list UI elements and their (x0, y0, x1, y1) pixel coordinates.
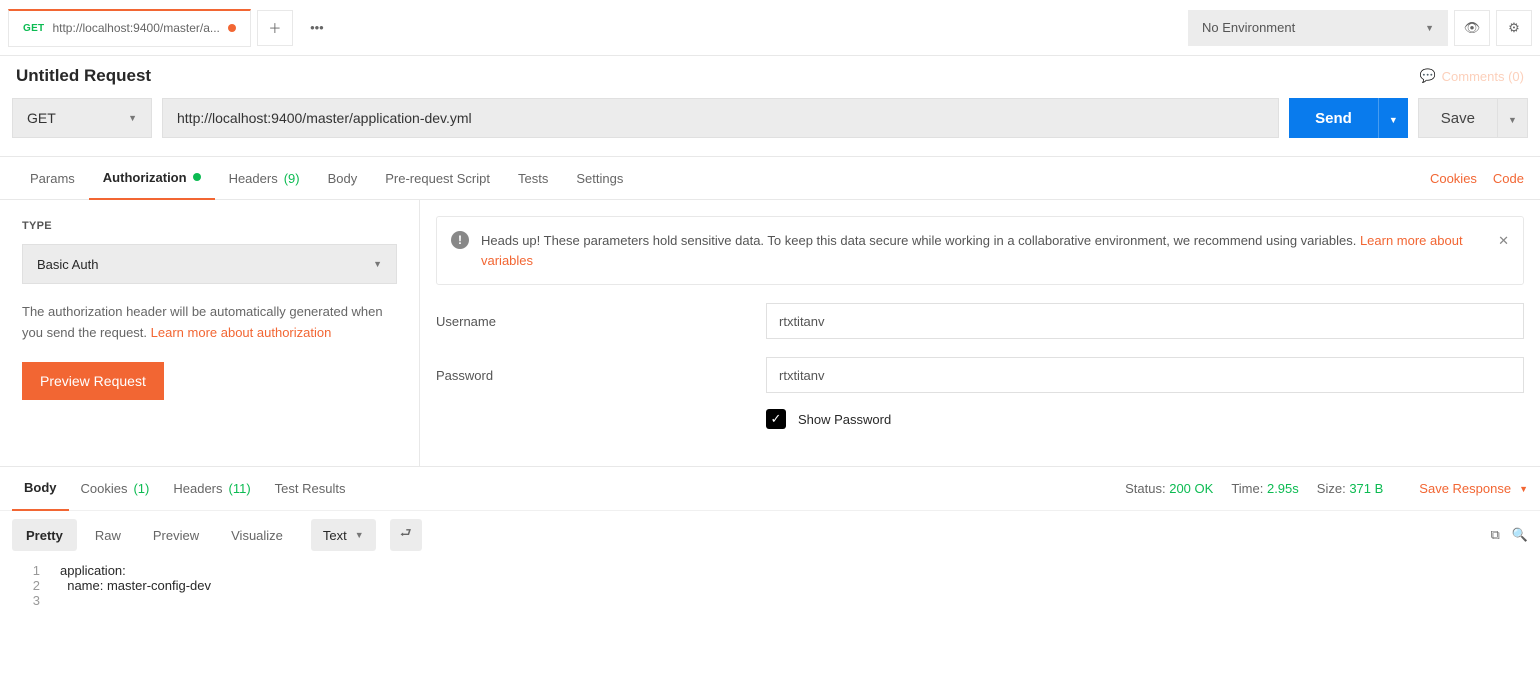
method-selector[interactable]: GET ▼ (12, 98, 152, 138)
save-dropdown-button[interactable]: ▼ (1498, 98, 1528, 138)
chevron-down-icon: ▼ (1508, 115, 1517, 125)
plus-icon: ＋ (268, 18, 281, 37)
comments-button[interactable]: 💬 Comments (0) (1419, 68, 1524, 84)
tab-params[interactable]: Params (16, 156, 89, 200)
gear-icon: ⚙ (1508, 20, 1520, 36)
tab-auth-label: Authorization (103, 170, 187, 185)
response-tab-cookies[interactable]: Cookies (1) (69, 467, 162, 511)
comment-icon: 💬 (1419, 68, 1435, 84)
chevron-down-icon: ▼ (1389, 115, 1398, 125)
check-icon: ✓ (771, 411, 782, 427)
active-indicator-icon (193, 173, 201, 181)
code-line: application: (60, 563, 126, 578)
sensitive-data-alert: ! Heads up! These parameters hold sensit… (436, 216, 1524, 285)
auth-type-selector[interactable]: Basic Auth ▼ (22, 244, 397, 284)
save-response-label: Save Response (1419, 481, 1511, 496)
username-label: Username (436, 314, 766, 329)
tab-settings[interactable]: Settings (562, 156, 637, 200)
environment-label: No Environment (1202, 20, 1295, 35)
response-tab-headers[interactable]: Headers (11) (161, 467, 262, 511)
send-button[interactable]: Send (1289, 98, 1378, 138)
close-alert-button[interactable]: ✕ (1498, 231, 1509, 251)
resp-headers-count: (11) (229, 481, 251, 496)
response-tab-body[interactable]: Body (12, 467, 69, 511)
view-pretty-button[interactable]: Pretty (12, 519, 77, 551)
alert-text: Heads up! These parameters hold sensitiv… (481, 233, 1360, 248)
method-label: GET (27, 110, 56, 126)
search-icon: 🔍 (1512, 527, 1528, 542)
request-tab[interactable]: GET http://localhost:9400/master/a... (8, 9, 251, 47)
response-tab-test-results[interactable]: Test Results (263, 467, 358, 511)
tab-prerequest[interactable]: Pre-request Script (371, 156, 504, 200)
tab-method-label: GET (23, 23, 44, 34)
resp-cookies-count: (1) (133, 481, 149, 496)
time-value: 2.95s (1267, 481, 1299, 496)
line-number: 1 (0, 563, 60, 578)
tab-authorization[interactable]: Authorization (89, 156, 215, 200)
auth-type-heading: TYPE (22, 220, 397, 232)
tab-overflow-button[interactable]: ••• (299, 10, 335, 46)
chevron-down-icon: ▼ (1519, 484, 1528, 494)
size-label: Size: (1317, 481, 1346, 496)
time-label: Time: (1231, 481, 1263, 496)
chevron-down-icon: ▼ (1425, 23, 1434, 33)
search-response-button[interactable]: 🔍 (1512, 527, 1528, 543)
username-input[interactable] (766, 303, 1524, 339)
password-label: Password (436, 368, 766, 383)
tab-body[interactable]: Body (314, 156, 372, 200)
copy-icon: ⧉ (1491, 527, 1500, 542)
headers-count: (9) (284, 171, 300, 186)
line-number: 2 (0, 578, 60, 593)
settings-button[interactable]: ⚙ (1496, 10, 1532, 46)
dirty-indicator-icon (228, 24, 236, 32)
ellipsis-icon: ••• (310, 20, 324, 35)
environment-selector[interactable]: No Environment ▼ (1188, 10, 1448, 46)
status-value: 200 OK (1169, 481, 1213, 496)
close-icon: ✕ (1498, 233, 1509, 248)
url-input[interactable] (162, 98, 1279, 138)
tab-headers[interactable]: Headers (9) (215, 156, 314, 200)
send-dropdown-button[interactable]: ▼ (1378, 98, 1408, 138)
request-title[interactable]: Untitled Request (16, 66, 151, 86)
show-password-checkbox[interactable]: ✓ (766, 409, 786, 429)
view-preview-button[interactable]: Preview (139, 519, 213, 551)
new-tab-button[interactable]: ＋ (257, 10, 293, 46)
resp-headers-label: Headers (173, 481, 222, 496)
code-line: name: master-config-dev (60, 578, 211, 593)
preview-request-button[interactable]: Preview Request (22, 362, 164, 400)
resp-cookies-label: Cookies (81, 481, 128, 496)
info-icon: ! (451, 231, 469, 249)
learn-more-auth-link[interactable]: Learn more about authorization (151, 325, 332, 340)
code-link[interactable]: Code (1493, 171, 1524, 186)
auth-type-value: Basic Auth (37, 257, 98, 272)
tab-tests[interactable]: Tests (504, 156, 562, 200)
comments-label: Comments (0) (1442, 69, 1524, 84)
view-raw-button[interactable]: Raw (81, 519, 135, 551)
cookies-link[interactable]: Cookies (1430, 171, 1477, 186)
save-response-button[interactable]: Save Response ▼ (1419, 481, 1528, 496)
wrap-lines-button[interactable]: ⮐ (390, 519, 422, 551)
save-button[interactable]: Save (1418, 98, 1498, 138)
environment-quicklook-button[interactable]: 👁 (1454, 10, 1490, 46)
format-label: Text (323, 528, 347, 543)
tab-title: http://localhost:9400/master/a... (52, 21, 219, 35)
format-selector[interactable]: Text ▼ (311, 519, 376, 551)
line-number: 3 (0, 593, 60, 608)
response-body-editor[interactable]: 1application: 2 name: master-config-dev … (0, 559, 1540, 612)
size-value: 371 B (1349, 481, 1383, 496)
chevron-down-icon: ▼ (373, 259, 382, 269)
password-input[interactable] (766, 357, 1524, 393)
chevron-down-icon: ▼ (355, 530, 364, 540)
show-password-label: Show Password (798, 412, 891, 427)
chevron-down-icon: ▼ (128, 113, 137, 123)
eye-icon: 👁 (1464, 20, 1481, 36)
tab-headers-label: Headers (229, 171, 278, 186)
status-label: Status: (1125, 481, 1165, 496)
auth-help-text: The authorization header will be automat… (22, 302, 397, 344)
view-visualize-button[interactable]: Visualize (217, 519, 297, 551)
wrap-icon: ⮐ (400, 524, 412, 546)
copy-response-button[interactable]: ⧉ (1491, 527, 1500, 543)
